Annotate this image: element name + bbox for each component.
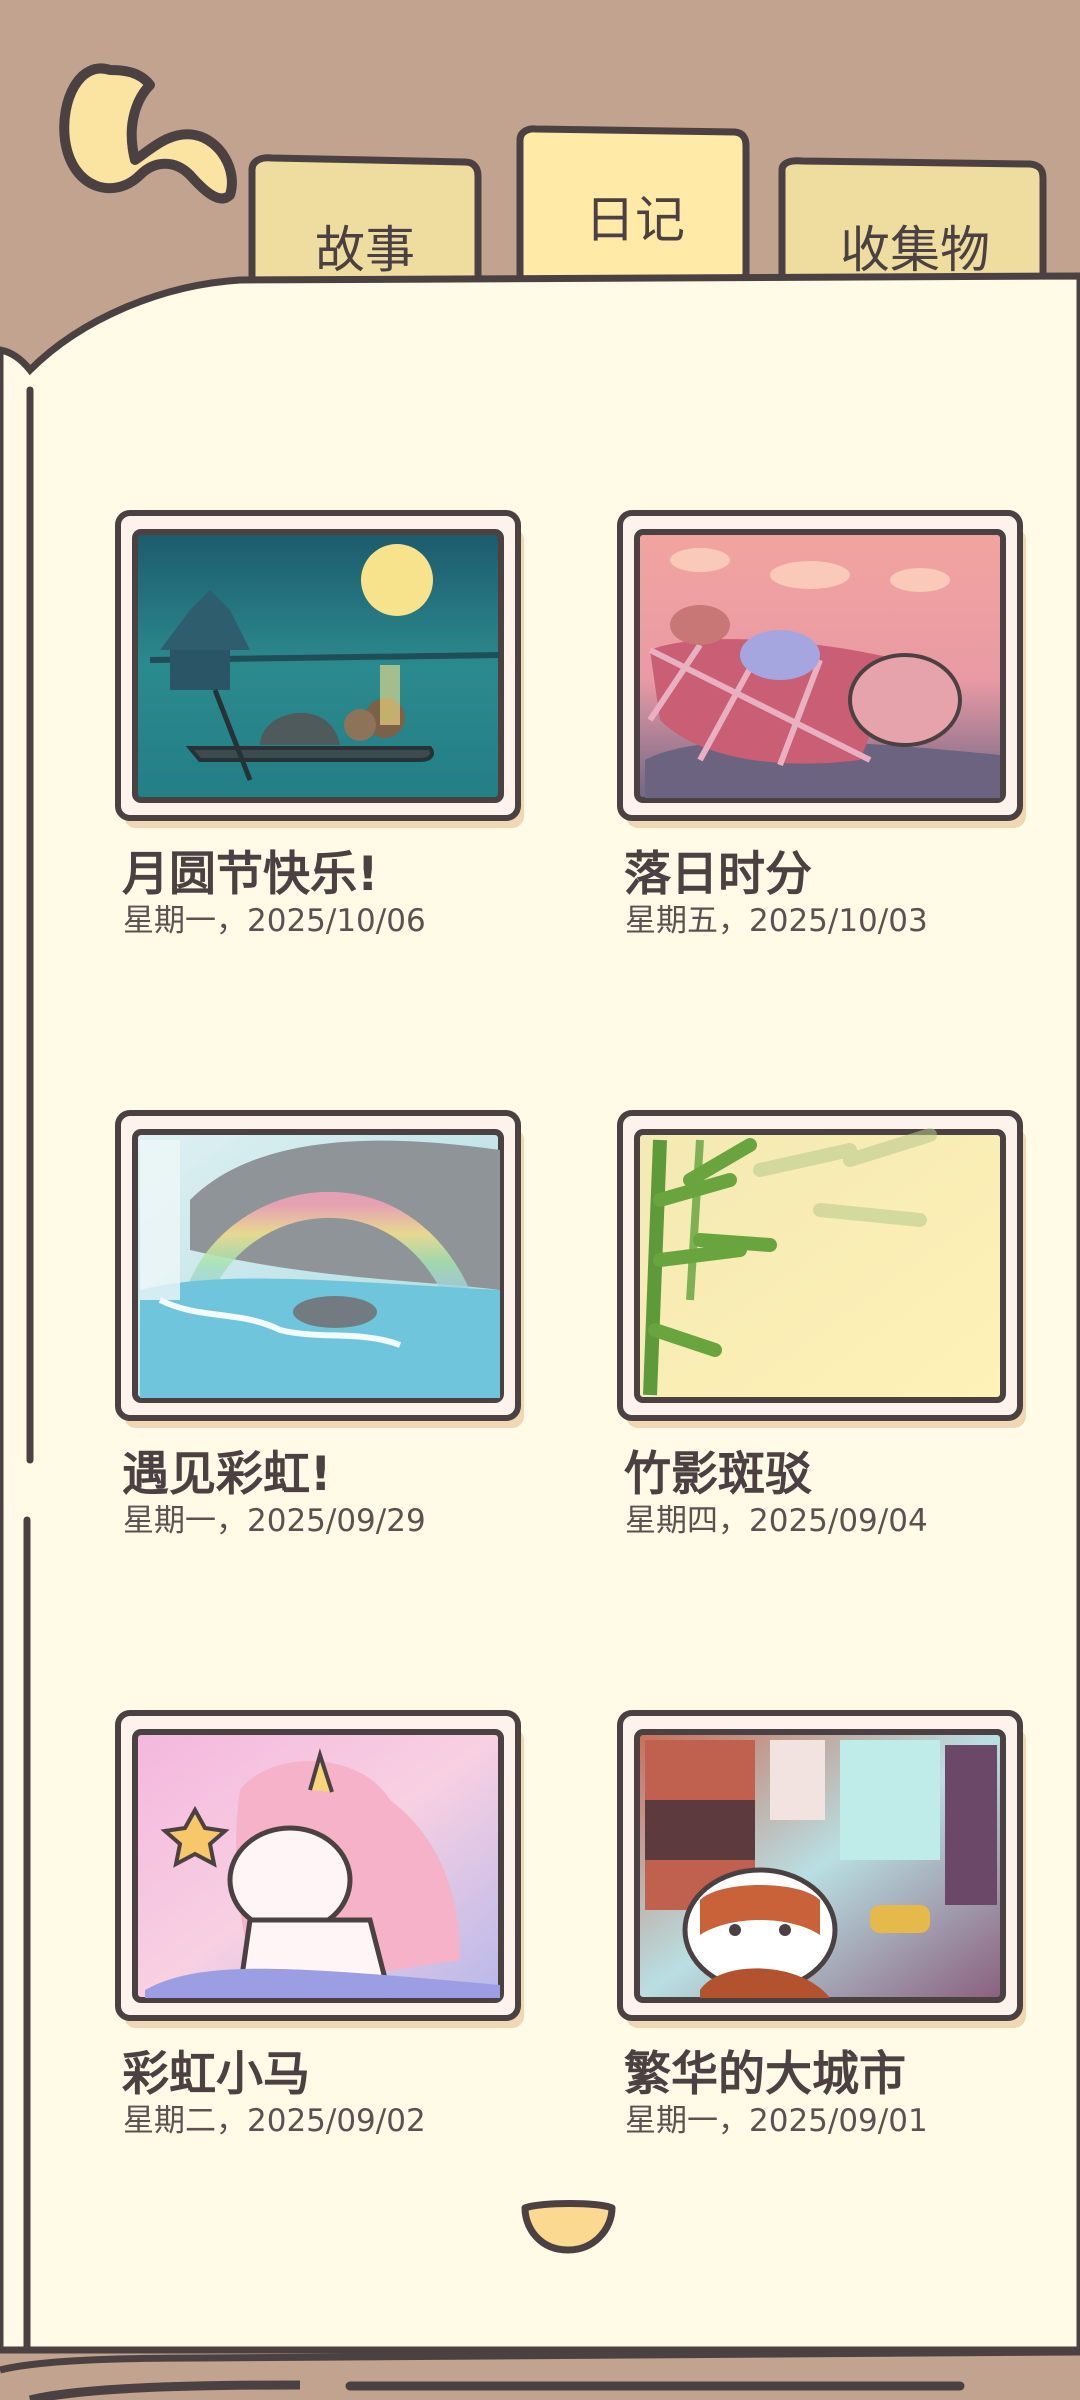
diary-card-photo[interactable] bbox=[115, 510, 524, 828]
diary-card-photo[interactable] bbox=[115, 1110, 524, 1428]
diary-entry-date: 星期二，2025/09/02 bbox=[123, 2103, 426, 2139]
diary-entry-title: 繁华的大城市 bbox=[624, 2047, 906, 2102]
diary-card-photo[interactable] bbox=[617, 1110, 1026, 1428]
diary-entry-title: 竹影斑驳 bbox=[624, 1447, 812, 1502]
diary-entry-date: 星期四，2025/09/04 bbox=[625, 1503, 928, 1539]
back-button[interactable] bbox=[59, 63, 237, 204]
diary-card-photo[interactable] bbox=[617, 1710, 1026, 2028]
back-arrow-icon bbox=[59, 63, 237, 204]
diary-entry-date: 星期一，2025/09/01 bbox=[625, 2103, 928, 2139]
diary-entry-date: 星期一，2025/10/06 bbox=[123, 903, 426, 939]
diary-card-photo[interactable] bbox=[617, 510, 1026, 828]
diary-entry-title: 遇见彩虹! bbox=[122, 1447, 332, 1502]
diary-entry-date: 星期一，2025/09/29 bbox=[123, 1503, 426, 1539]
tab-collection-label: 收集物 bbox=[840, 221, 990, 279]
diary-entry-title: 落日时分 bbox=[624, 847, 812, 902]
diary-card-photo[interactable] bbox=[115, 1710, 524, 2028]
tab-stories-label: 故事 bbox=[315, 221, 415, 279]
diary-entry-title: 月圆节快乐! bbox=[122, 847, 379, 902]
diary-entry-title: 彩虹小马 bbox=[122, 2047, 310, 2102]
tab-diary-label: 日记 bbox=[585, 191, 685, 249]
diary-entry-date: 星期五，2025/10/03 bbox=[625, 903, 928, 939]
